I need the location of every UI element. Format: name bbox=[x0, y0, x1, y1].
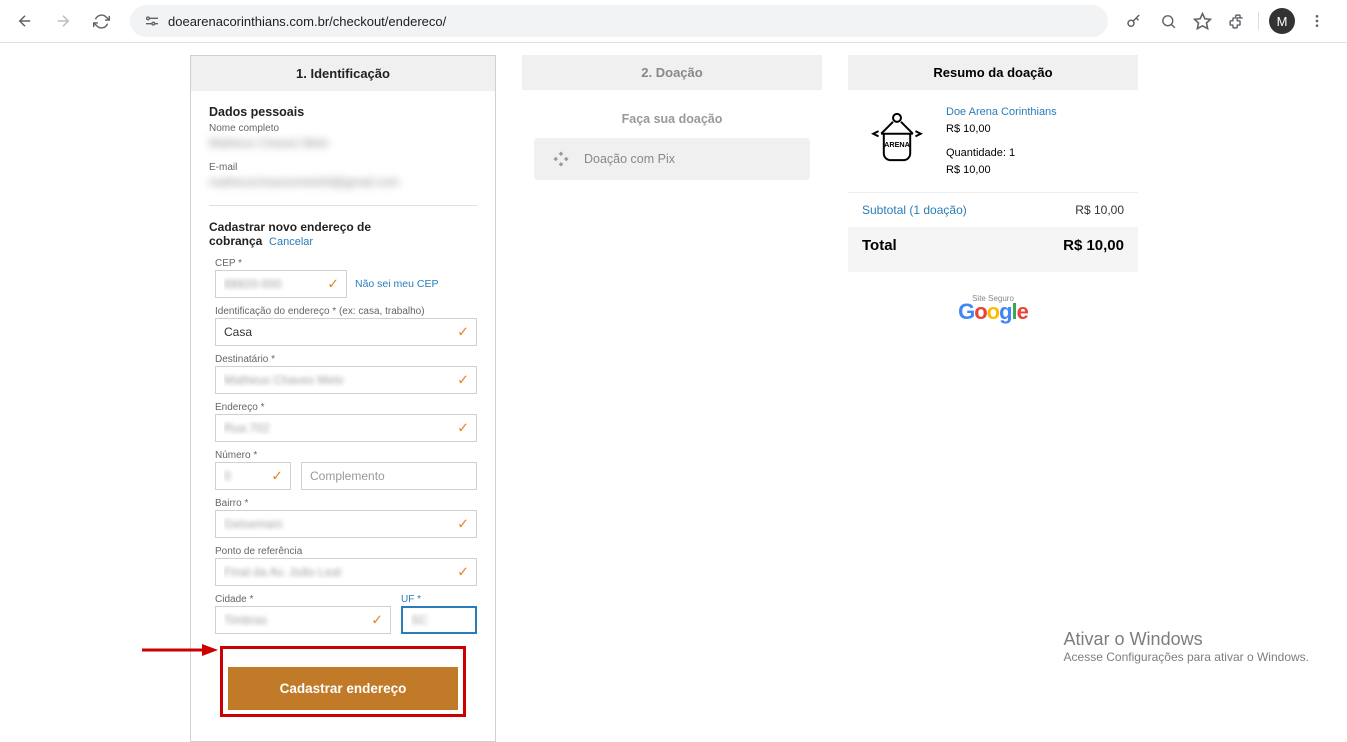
key-icon[interactable] bbox=[1122, 9, 1146, 33]
ident-label: Identificação do endereço * (ex: casa, t… bbox=[215, 306, 477, 317]
check-icon: ✓ bbox=[371, 612, 383, 629]
addr-input[interactable] bbox=[215, 414, 477, 442]
register-address-button[interactable]: Cadastrar endereço bbox=[228, 667, 458, 710]
check-icon: ✓ bbox=[327, 276, 339, 293]
windows-watermark: Ativar o Windows Acesse Configurações pa… bbox=[1064, 629, 1309, 664]
num-label: Número * bbox=[215, 450, 291, 461]
check-icon: ✓ bbox=[457, 420, 469, 437]
address-heading: Cadastrar novo endereço de cobrança Canc… bbox=[209, 220, 477, 248]
step1-header: 1. Identificação bbox=[191, 56, 495, 91]
check-icon: ✓ bbox=[271, 468, 283, 485]
email-value: matheuschavesmelo04@gmail.com bbox=[209, 175, 399, 189]
product-price: R$ 10,00 bbox=[946, 121, 1057, 138]
compl-input[interactable] bbox=[301, 462, 477, 490]
submit-highlight: Cadastrar endereço bbox=[220, 646, 466, 717]
star-icon[interactable] bbox=[1190, 9, 1214, 33]
cep-label: CEP * bbox=[215, 258, 477, 269]
total-label: Total bbox=[862, 237, 897, 254]
ref-input[interactable] bbox=[215, 558, 477, 586]
google-safe-badge: Site Seguro Google bbox=[848, 294, 1138, 325]
forward-button[interactable] bbox=[48, 6, 78, 36]
check-icon: ✓ bbox=[457, 324, 469, 341]
pix-icon bbox=[552, 150, 570, 168]
subtotal-label: Subtotal (1 doação) bbox=[862, 203, 967, 217]
step2-header: 2. Doação bbox=[522, 55, 822, 90]
personal-heading: Dados pessoais bbox=[209, 105, 477, 119]
dest-input[interactable] bbox=[215, 366, 477, 394]
dest-label: Destinatário * bbox=[215, 354, 477, 365]
cancel-link[interactable]: Cancelar bbox=[269, 236, 313, 248]
check-icon: ✓ bbox=[457, 516, 469, 533]
back-button[interactable] bbox=[10, 6, 40, 36]
ref-label: Ponto de referência bbox=[215, 546, 477, 557]
uf-input[interactable] bbox=[401, 606, 477, 634]
subtotal-row: Subtotal (1 doação) R$ 10,00 bbox=[848, 193, 1138, 227]
cep-help-link[interactable]: Não sei meu CEP bbox=[355, 278, 438, 290]
zoom-icon[interactable] bbox=[1156, 9, 1180, 33]
donation-panel: 2. Doação Faça sua doação Doação com Pix bbox=[522, 55, 822, 742]
annotation-arrow-icon bbox=[142, 640, 222, 660]
pix-label: Doação com Pix bbox=[584, 152, 675, 166]
summary-header: Resumo da doação bbox=[848, 55, 1138, 90]
product-row: ARENA Doe Arena Corinthians R$ 10,00 Qua… bbox=[848, 90, 1138, 193]
email-label: E-mail bbox=[209, 162, 477, 173]
step2-subtitle: Faça sua doação bbox=[522, 90, 822, 138]
check-icon: ✓ bbox=[457, 372, 469, 389]
check-icon: ✓ bbox=[457, 564, 469, 581]
pix-option: Doação com Pix bbox=[534, 138, 810, 180]
name-value: Matheus Chaves Melo bbox=[209, 136, 328, 150]
product-link[interactable]: Doe Arena Corinthians bbox=[946, 104, 1057, 121]
total-row: Total R$ 10,00 bbox=[848, 227, 1138, 272]
address-bar[interactable]: doearenacorinthians.com.br/checkout/ende… bbox=[130, 5, 1108, 37]
qty-price: R$ 10,00 bbox=[946, 162, 1057, 179]
bairro-label: Bairro * bbox=[215, 498, 477, 509]
city-input[interactable] bbox=[215, 606, 391, 634]
profile-avatar[interactable]: M bbox=[1269, 8, 1295, 34]
url-text: doearenacorinthians.com.br/checkout/ende… bbox=[168, 14, 1094, 29]
svg-text:ARENA: ARENA bbox=[884, 140, 911, 149]
subtotal-value: R$ 10,00 bbox=[1075, 203, 1124, 217]
reload-button[interactable] bbox=[86, 6, 116, 36]
product-image: ARENA bbox=[862, 104, 932, 174]
identification-panel: 1. Identificação Dados pessoais Nome com… bbox=[190, 55, 496, 742]
qty-label: Quantidade: 1 bbox=[946, 145, 1057, 162]
menu-icon[interactable] bbox=[1305, 9, 1329, 33]
ident-input[interactable] bbox=[215, 318, 477, 346]
uf-label: UF * bbox=[401, 594, 477, 605]
site-settings-icon[interactable] bbox=[144, 13, 160, 29]
city-label: Cidade * bbox=[215, 594, 391, 605]
browser-toolbar: doearenacorinthians.com.br/checkout/ende… bbox=[0, 0, 1347, 43]
extensions-icon[interactable] bbox=[1224, 9, 1248, 33]
total-value: R$ 10,00 bbox=[1063, 237, 1124, 254]
name-label: Nome completo bbox=[209, 123, 477, 134]
addr-label: Endereço * bbox=[215, 402, 477, 413]
bairro-input[interactable] bbox=[215, 510, 477, 538]
